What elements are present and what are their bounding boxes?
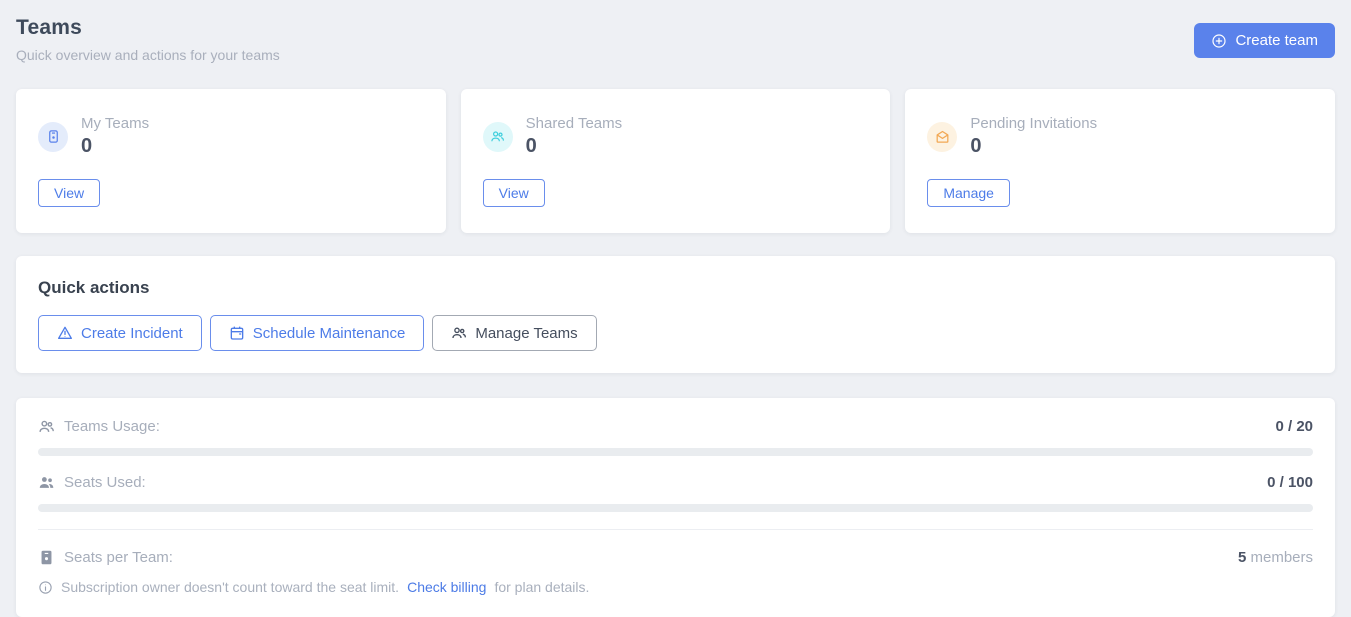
- plus-circle-icon: [1211, 33, 1227, 49]
- teams-usage-label: Teams Usage:: [64, 418, 160, 435]
- schedule-maintenance-label: Schedule Maintenance: [253, 325, 406, 342]
- stat-cards-row: My Teams 0 View Shared Teams 0 View Pend…: [16, 89, 1335, 233]
- teams-usage-row: Teams Usage: 0 / 20: [38, 418, 1313, 435]
- seats-used-value: 0 / 100: [1267, 474, 1313, 491]
- view-my-teams-button[interactable]: View: [38, 179, 100, 207]
- mail-open-icon: [927, 122, 957, 152]
- create-incident-button[interactable]: Create Incident: [38, 315, 202, 351]
- note-text-after: for plan details.: [494, 579, 589, 595]
- teams-usage-label-group: Teams Usage:: [38, 418, 160, 435]
- stat-card-value: 0: [970, 135, 1097, 158]
- stat-card-value: 0: [526, 135, 622, 158]
- warning-icon: [57, 325, 73, 341]
- seats-per-team-label: Seats per Team:: [64, 549, 173, 566]
- note-text-before: Subscription owner doesn't count toward …: [61, 579, 399, 595]
- team-icon: [483, 122, 513, 152]
- seats-used-block: Seats Used: 0 / 100: [38, 474, 1313, 512]
- team-outline-icon: [38, 418, 55, 435]
- info-icon: [38, 580, 53, 595]
- quick-actions-title: Quick actions: [38, 278, 1313, 298]
- team-filled-icon: [38, 474, 55, 491]
- page-header: Teams Quick overview and actions for you…: [16, 16, 1335, 63]
- stat-card-label: Pending Invitations: [970, 115, 1097, 132]
- create-team-label: Create team: [1235, 32, 1318, 49]
- calendar-icon: [229, 325, 245, 341]
- manage-invitations-button[interactable]: Manage: [927, 179, 1010, 207]
- quick-actions-panel: Quick actions Create Incident Schedule M…: [16, 256, 1335, 373]
- page-header-text: Teams Quick overview and actions for you…: [16, 16, 280, 63]
- schedule-maintenance-button[interactable]: Schedule Maintenance: [210, 315, 425, 351]
- seats-per-team-suffix: members: [1250, 549, 1313, 566]
- stat-card-header: My Teams 0: [38, 115, 424, 158]
- seats-used-label-group: Seats Used:: [38, 474, 146, 491]
- teams-usage-block: Teams Usage: 0 / 20: [38, 418, 1313, 456]
- create-team-button[interactable]: Create team: [1194, 23, 1335, 58]
- seats-used-progressbar: [38, 504, 1313, 512]
- stat-card-label: My Teams: [81, 115, 149, 132]
- seats-used-label: Seats Used:: [64, 474, 146, 491]
- stat-card-header: Pending Invitations 0: [927, 115, 1313, 158]
- seats-used-row: Seats Used: 0 / 100: [38, 474, 1313, 491]
- view-shared-teams-button[interactable]: View: [483, 179, 545, 207]
- usage-divider: [38, 529, 1313, 530]
- stat-card-shared-teams: Shared Teams 0 View: [461, 89, 891, 233]
- manage-teams-button[interactable]: Manage Teams: [432, 315, 596, 351]
- stat-card-text: Shared Teams 0: [526, 115, 622, 158]
- page-title: Teams: [16, 16, 280, 40]
- stat-card-text: My Teams 0: [81, 115, 149, 158]
- teams-usage-progressbar: [38, 448, 1313, 456]
- badge-icon: [38, 122, 68, 152]
- stat-card-pending-invitations: Pending Invitations 0 Manage: [905, 89, 1335, 233]
- page-subtitle: Quick overview and actions for your team…: [16, 47, 280, 63]
- seats-per-team-row: Seats per Team: 5 members: [38, 549, 1313, 566]
- manage-teams-label: Manage Teams: [475, 325, 577, 342]
- quick-actions-buttons: Create Incident Schedule Maintenance Man…: [38, 315, 1313, 351]
- seats-per-team-value: 5 members: [1238, 549, 1313, 566]
- seats-per-team-label-group: Seats per Team:: [38, 549, 173, 566]
- stat-card-label: Shared Teams: [526, 115, 622, 132]
- stat-card-value: 0: [81, 135, 149, 158]
- check-billing-link[interactable]: Check billing: [407, 579, 486, 595]
- usage-panel: Teams Usage: 0 / 20 Seats Used: 0 / 100 …: [16, 398, 1335, 617]
- seats-per-team-number: 5: [1238, 549, 1246, 566]
- stat-card-text: Pending Invitations 0: [970, 115, 1097, 158]
- create-incident-label: Create Incident: [81, 325, 183, 342]
- badge-icon: [38, 549, 55, 566]
- stat-card-header: Shared Teams 0: [483, 115, 869, 158]
- stat-card-my-teams: My Teams 0 View: [16, 89, 446, 233]
- team-icon: [451, 325, 467, 341]
- seat-limit-note: Subscription owner doesn't count toward …: [38, 579, 1313, 595]
- teams-usage-value: 0 / 20: [1275, 418, 1313, 435]
